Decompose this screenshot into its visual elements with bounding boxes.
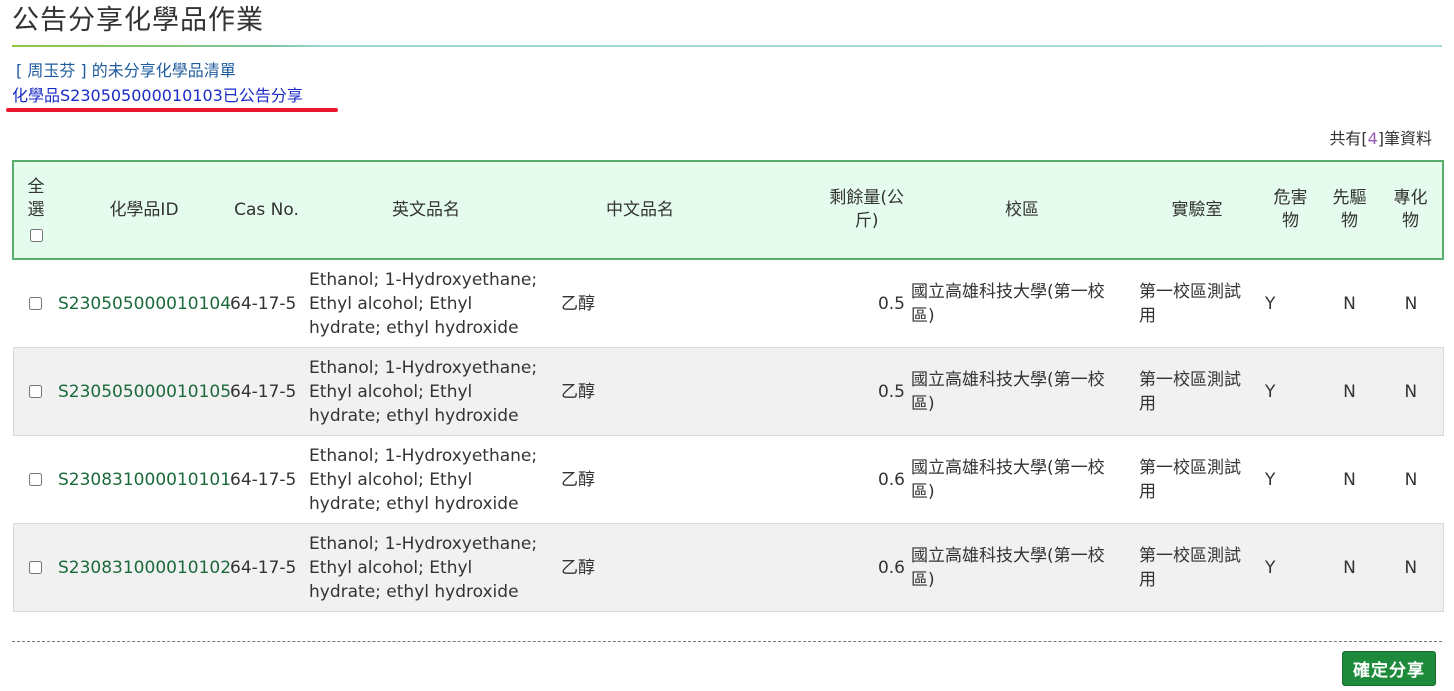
footer-divider xyxy=(12,641,1442,642)
select-all-checkbox[interactable] xyxy=(29,228,43,242)
chinese-name-cell: 乙醇 xyxy=(549,523,731,612)
header-cas-no[interactable]: Cas No. xyxy=(230,160,303,260)
header-chinese-name[interactable]: 中文品名 xyxy=(549,160,731,260)
precursor-cell: N xyxy=(1343,469,1356,490)
select-all-label: 全選 xyxy=(27,176,45,220)
lab-cell: 第一校區測試用 xyxy=(1139,281,1241,326)
remaining-cell: 0.6 xyxy=(731,523,911,612)
select-all-header: 全選 xyxy=(12,160,58,260)
chinese-name-cell: 乙醇 xyxy=(549,347,731,436)
campus-cell: 國立高雄科技大學(第一校區) xyxy=(911,457,1105,502)
row-select-cell xyxy=(12,523,58,612)
chemical-table: 全選 化學品ID Cas No. 英文品名 中文品名 剩餘量(公斤) 校區 實驗… xyxy=(12,160,1444,612)
announce-highlight-underline xyxy=(6,108,338,112)
english-name-cell: Ethanol; 1-Hydroxyethane; Ethyl alcohol;… xyxy=(303,523,549,612)
english-name-cell: Ethanol; 1-Hydroxyethane; Ethyl alcohol;… xyxy=(309,269,538,338)
header-english-name[interactable]: 英文品名 xyxy=(303,160,549,260)
record-count-prefix: 共有[ xyxy=(1329,129,1368,148)
campus-cell: 國立高雄科技大學(第一校區) xyxy=(911,281,1105,326)
toxic-cell: N xyxy=(1379,347,1444,436)
announce-message: 化學品S230505000010103已公告分享 xyxy=(12,86,303,105)
chemical-id-cell: S230831000010102 xyxy=(58,523,231,612)
chemical-id-cell: S230505000010105 xyxy=(58,347,231,436)
row-select-cell xyxy=(13,436,58,524)
row-checkbox[interactable] xyxy=(29,473,42,486)
hazard-cell: Y xyxy=(1265,293,1276,314)
row-checkbox[interactable] xyxy=(29,561,43,574)
record-count: 共有[4]筆資料 xyxy=(1329,128,1432,150)
cas-no-cell: 64-17-5 xyxy=(230,523,303,612)
toxic-cell: N xyxy=(1404,469,1418,490)
lab-cell: 第一校區測試用 xyxy=(1133,347,1261,436)
row-checkbox[interactable] xyxy=(29,297,42,310)
header-lab[interactable]: 實驗室 xyxy=(1133,160,1261,260)
chemical-id-cell: S230505000010104 xyxy=(58,259,231,348)
cas-no-cell: 64-17-5 xyxy=(230,347,303,436)
header-remaining-label: 剩餘量(公斤) xyxy=(829,188,905,231)
record-count-number: 4 xyxy=(1367,129,1378,148)
header-toxic-label: 專化物 xyxy=(1393,188,1428,231)
header-campus[interactable]: 校區 xyxy=(911,160,1133,260)
chemical-id-cell: S230831000010101 xyxy=(58,436,231,524)
chemical-id-link[interactable]: S230831000010101 xyxy=(58,470,231,490)
cas-no-cell: 64-17-5 xyxy=(230,469,297,490)
record-count-suffix: ]筆資料 xyxy=(1377,129,1432,148)
campus-cell: 國立高雄科技大學(第一校區) xyxy=(911,523,1133,612)
toxic-cell: N xyxy=(1379,523,1444,612)
row-select-cell xyxy=(12,347,58,436)
row-select-cell xyxy=(13,259,58,348)
table-row: S230505000010104 64-17-5 Ethanol; 1-Hydr… xyxy=(13,259,1443,348)
header-hazard[interactable]: 危害物 xyxy=(1261,160,1320,260)
precursor-cell: N xyxy=(1320,347,1379,436)
header-chemical-id[interactable]: 化學品ID xyxy=(58,160,230,260)
remaining-cell: 0.6 xyxy=(877,469,905,490)
page-title: 公告分享化學品作業 xyxy=(12,5,264,36)
english-name-cell: Ethanol; 1-Hydroxyethane; Ethyl alcohol;… xyxy=(303,347,549,436)
lab-cell: 第一校區測試用 xyxy=(1133,523,1261,612)
table-row: S230831000010101 64-17-5 Ethanol; 1-Hydr… xyxy=(13,436,1443,524)
chemical-id-link[interactable]: S230831000010102 xyxy=(58,558,231,578)
lab-cell: 第一校區測試用 xyxy=(1139,457,1241,502)
title-divider xyxy=(12,45,1442,47)
remaining-cell: 0.5 xyxy=(731,347,911,436)
chinese-name-cell: 乙醇 xyxy=(561,293,595,314)
english-name-cell: Ethanol; 1-Hydroxyethane; Ethyl alcohol;… xyxy=(309,445,538,514)
campus-cell: 國立高雄科技大學(第一校區) xyxy=(911,347,1133,436)
header-precursor[interactable]: 先驅物 xyxy=(1320,160,1379,260)
owner-list-text: [ 周玉芬 ] 的未分享化學品清單 xyxy=(16,61,236,80)
chinese-name-cell: 乙醇 xyxy=(561,469,595,490)
hazard-cell: Y xyxy=(1265,469,1276,490)
confirm-share-button[interactable]: 確定分享 xyxy=(1342,651,1436,686)
hazard-cell: Y xyxy=(1261,347,1320,436)
header-remaining[interactable]: 剩餘量(公斤) xyxy=(731,160,911,260)
toxic-cell: N xyxy=(1404,293,1418,314)
precursor-cell: N xyxy=(1343,293,1356,314)
precursor-cell: N xyxy=(1320,523,1379,612)
chemical-id-link[interactable]: S230505000010104 xyxy=(58,294,231,314)
header-precursor-label: 先驅物 xyxy=(1332,188,1367,231)
header-toxic[interactable]: 專化物 xyxy=(1379,160,1444,260)
cas-no-cell: 64-17-5 xyxy=(230,293,297,314)
table-header-row: 全選 化學品ID Cas No. 英文品名 中文品名 剩餘量(公斤) 校區 實驗… xyxy=(12,160,1444,260)
table-row: S230831000010102 64-17-5 Ethanol; 1-Hydr… xyxy=(12,523,1444,612)
table-row: S230505000010105 64-17-5 Ethanol; 1-Hydr… xyxy=(12,347,1444,436)
remaining-cell: 0.5 xyxy=(877,293,905,314)
hazard-cell: Y xyxy=(1261,523,1320,612)
header-hazard-label: 危害物 xyxy=(1273,188,1308,231)
row-checkbox[interactable] xyxy=(29,385,43,398)
chemical-id-link[interactable]: S230505000010105 xyxy=(58,382,231,402)
